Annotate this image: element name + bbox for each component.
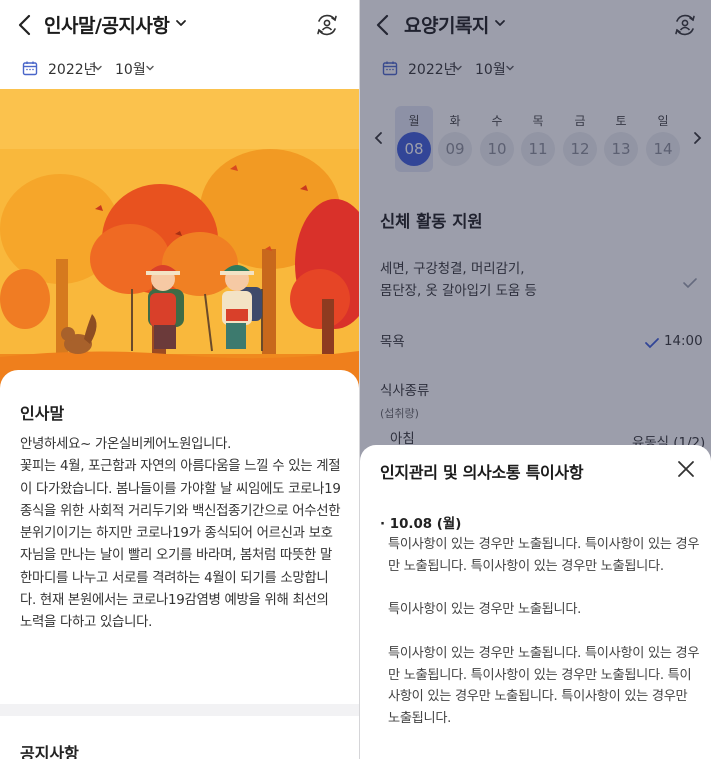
greeting-line: 꽃피는 4월, 포근함과 자연의 아름다움을 느낄 수 있는 계절이 다가왔습니… xyxy=(20,459,341,631)
special-notes-sheet: 인지관리 및 의사소통 특이사항 · 10.08 (월) 특이사항이 있는 경우… xyxy=(360,445,711,759)
notice-heading: 공지사항 xyxy=(20,744,79,759)
notice-screen: 인사말/공지사항 2022년 10월 인사말 안녕하세요~ 가온실비케어노원입니… xyxy=(0,0,359,759)
greeting-line: 안녕하세요~ 가온실비케어노원입니다. xyxy=(20,437,232,452)
note-date: · 10.08 (월) xyxy=(380,517,462,532)
greeting-heading: 인사말 xyxy=(20,404,65,423)
chevron-down-icon[interactable] xyxy=(145,63,155,73)
app-header: 인사말/공지사항 xyxy=(0,0,359,52)
month-select[interactable]: 10월 xyxy=(115,59,146,79)
section-divider xyxy=(0,704,359,716)
greeting-card: 인사말 안녕하세요~ 가온실비케어노원입니다. 꽃피는 4월, 포근함과 자연의… xyxy=(0,370,359,704)
close-icon[interactable] xyxy=(676,459,696,479)
note-paragraph: 특이사항이 있는 경우만 노출됩니다. 특이사항이 있는 경우만 노출됩니다. … xyxy=(388,537,700,574)
greeting-body: 안녕하세요~ 가온실비케어노원입니다. 꽃피는 4월, 포근함과 자연의 아름다… xyxy=(20,434,342,635)
chevron-left-icon[interactable] xyxy=(14,12,36,38)
calendar-icon xyxy=(22,61,38,76)
care-record-screen: 요양기록지 2022년 10월 월 08 화 09 수 10 목 11 금 12… xyxy=(360,0,711,759)
autumn-hiking-illustration xyxy=(0,89,359,389)
chevron-down-icon[interactable] xyxy=(93,63,103,73)
note-paragraph: 특이사항이 있는 경우만 노출됩니다. xyxy=(388,602,582,617)
user-switch-icon[interactable] xyxy=(314,12,340,38)
sheet-title: 인지관리 및 의사소통 특이사항 xyxy=(380,463,584,482)
year-select[interactable]: 2022년 xyxy=(48,59,97,79)
date-filter: 2022년 10월 xyxy=(0,52,359,88)
chevron-down-icon[interactable] xyxy=(174,16,188,30)
note-paragraph: 특이사항이 있는 경우만 노출됩니다. 특이사항이 있는 경우만 노출됩니다. … xyxy=(388,646,700,727)
page-title[interactable]: 인사말/공지사항 xyxy=(44,11,170,38)
